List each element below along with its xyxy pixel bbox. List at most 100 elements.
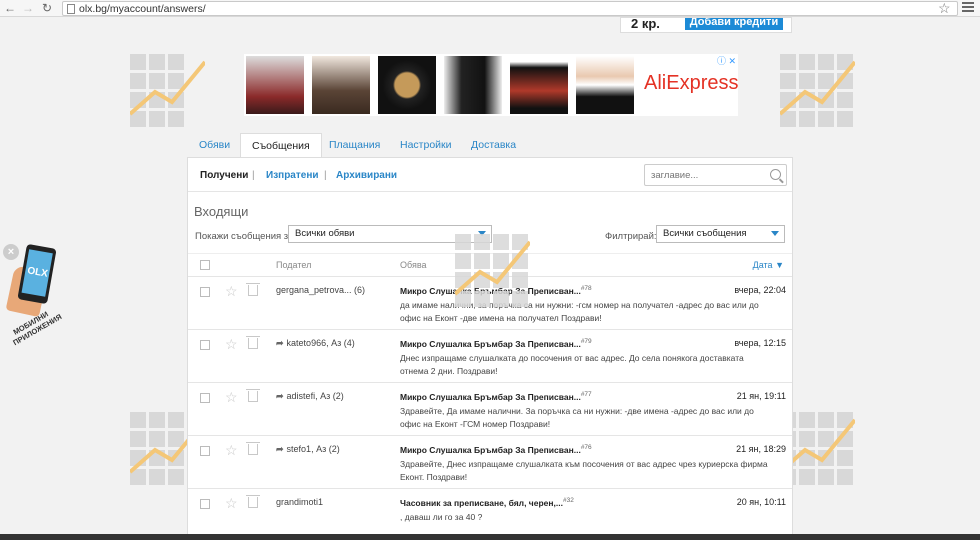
folder-separator: | bbox=[252, 170, 255, 181]
star-icon[interactable]: ☆ bbox=[225, 496, 238, 510]
trash-icon[interactable] bbox=[246, 389, 260, 402]
bottom-strip bbox=[0, 534, 980, 540]
ad-number: #78 bbox=[580, 285, 592, 292]
folder-received[interactable]: Получени bbox=[200, 170, 248, 181]
phone-screen: OLX bbox=[21, 249, 53, 297]
sort-arrow-icon: ▼ bbox=[775, 260, 784, 270]
table-row[interactable]: ☆ ➦ kateto966, Аз (4) Микро Слушалка Бръм… bbox=[188, 330, 792, 383]
chevron-down-icon bbox=[771, 231, 779, 236]
row-checkbox[interactable] bbox=[200, 393, 210, 403]
message-preview: Здравейте, Да имаме налични. За поръчка … bbox=[400, 406, 754, 429]
tab-payments[interactable]: Плащания bbox=[329, 133, 380, 158]
browser-toolbar: ← → ↻ olx.bg/myaccount/answers/ ☆ bbox=[0, 0, 980, 17]
ad-number: #77 bbox=[580, 391, 592, 398]
message-preview: Днес изпращаме слушалката до посочения о… bbox=[400, 353, 744, 376]
ad-filter-value: Всички обяви bbox=[295, 228, 355, 239]
show-messages-label: Покажи съобщения за: bbox=[195, 231, 297, 242]
ad-subject-text: Микро Слушалка Бръмбар За Преписван... bbox=[400, 338, 581, 349]
star-icon[interactable]: ☆ bbox=[225, 390, 238, 404]
sender: gergana_petrova... (6) bbox=[276, 285, 366, 295]
message-preview: , даваш ли го за 40 ? bbox=[400, 512, 483, 522]
back-icon[interactable]: ← bbox=[4, 1, 16, 15]
sender-name: kateto966, Аз (4) bbox=[286, 338, 355, 348]
sender: ➦ kateto966, Аз (4) bbox=[276, 338, 355, 349]
trash-icon[interactable] bbox=[246, 336, 260, 349]
table-row[interactable]: ☆ ➦ adistefi, Аз (2) Микро Слушалка Бръмб… bbox=[188, 383, 792, 436]
credits-amount: 2 кр. bbox=[631, 17, 660, 31]
aliexpress-logo: AliExpress bbox=[644, 72, 739, 94]
ad-product-mask[interactable] bbox=[246, 56, 304, 114]
filter-label: Филтрирай: bbox=[605, 231, 657, 242]
sender: ➦ stefo1, Аз (2) bbox=[276, 444, 340, 455]
message-preview: Здравейте, Днес изпращаме слушалката към… bbox=[400, 459, 768, 482]
table-row[interactable]: ☆ ➦ stefo1, Аз (2) Микро Слушалка Бръмбар… bbox=[188, 436, 792, 489]
ad-subject-text: Часовник за преписване, бял, черен,... bbox=[400, 497, 563, 508]
row-checkbox[interactable] bbox=[200, 340, 210, 350]
ad-subject[interactable]: Микро Слушалка Бръмбар За Преписван...#7… bbox=[400, 391, 592, 402]
page-icon bbox=[67, 4, 75, 14]
ad-product-tshirt[interactable] bbox=[510, 56, 568, 114]
sender-name: adistefi, Аз (2) bbox=[286, 391, 344, 401]
search-input[interactable] bbox=[651, 170, 761, 181]
placeholder-chart-icon bbox=[453, 234, 532, 309]
tab-messages[interactable]: Съобщения bbox=[240, 133, 322, 158]
search-box[interactable] bbox=[644, 164, 787, 186]
menu-icon[interactable] bbox=[962, 2, 974, 14]
select-all-checkbox[interactable] bbox=[200, 260, 210, 270]
ad-product-leggings[interactable] bbox=[444, 56, 502, 114]
inbox-title: Входящи bbox=[194, 204, 249, 219]
sender: ➦ adistefi, Аз (2) bbox=[276, 391, 344, 402]
row-checkbox[interactable] bbox=[200, 446, 210, 456]
star-icon[interactable]: ☆ bbox=[225, 284, 238, 298]
messages-panel: Получени | Изпратени | Архивирани Входящ… bbox=[187, 157, 793, 540]
row-checkbox[interactable] bbox=[200, 287, 210, 297]
reply-arrow-icon: ➦ bbox=[276, 338, 284, 348]
ad-close-icon[interactable]: ⓘ ✕ bbox=[717, 54, 736, 67]
aliexpress-ad-banner[interactable]: AliExpress ⓘ ✕ bbox=[244, 54, 738, 116]
sender-name: stefo1, Аз (2) bbox=[286, 444, 340, 454]
folder-sent[interactable]: Изпратени bbox=[266, 170, 319, 181]
ad-number: #76 bbox=[580, 444, 592, 451]
ad-subject[interactable]: Микро Слушалка Бръмбар За Преписван...#7… bbox=[400, 444, 592, 455]
star-icon[interactable]: ☆ bbox=[225, 443, 238, 457]
folder-archived[interactable]: Архивирани bbox=[336, 170, 397, 181]
ad-subject[interactable]: Микро Слушалка Бръмбар За Преписван...#7… bbox=[400, 338, 592, 349]
tab-delivery[interactable]: Доставка bbox=[471, 133, 516, 158]
reply-arrow-icon: ➦ bbox=[276, 444, 284, 454]
column-date-sort[interactable]: Дата ▼ bbox=[753, 260, 784, 270]
search-icon[interactable] bbox=[770, 169, 781, 180]
row-checkbox[interactable] bbox=[200, 499, 210, 509]
ad-product-costume[interactable] bbox=[576, 56, 634, 114]
message-filter-value: Всички съобщения bbox=[663, 228, 747, 239]
ad-subject-text: Микро Слушалка Бръмбар За Преписван... bbox=[400, 391, 581, 402]
close-icon[interactable]: × bbox=[3, 244, 19, 260]
message-filter-select[interactable]: Всички съобщения bbox=[656, 225, 785, 243]
ad-subject[interactable]: Часовник за преписване, бял, черен,...#3… bbox=[400, 497, 574, 508]
ad-subject-text: Микро Слушалка Бръмбар За Преписван... bbox=[400, 444, 581, 455]
tab-ads[interactable]: Обяви bbox=[199, 133, 230, 158]
tab-settings[interactable]: Настройки bbox=[400, 133, 452, 158]
forward-icon[interactable]: → bbox=[22, 1, 34, 15]
placeholder-chart-icon bbox=[128, 54, 207, 129]
mobile-app-promo[interactable]: OLX bbox=[17, 243, 57, 305]
reload-icon[interactable]: ↻ bbox=[42, 1, 52, 15]
trash-icon[interactable] bbox=[246, 495, 260, 508]
url-text: olx.bg/myaccount/answers/ bbox=[79, 3, 206, 15]
ad-product-watch[interactable] bbox=[378, 56, 436, 114]
message-date: вчера, 12:15 bbox=[734, 338, 786, 348]
star-icon[interactable]: ☆ bbox=[225, 337, 238, 351]
trash-icon[interactable] bbox=[246, 442, 260, 455]
credits-banner: 2 кр. Добави кредити bbox=[620, 17, 792, 33]
reply-arrow-icon: ➦ bbox=[276, 391, 284, 401]
column-date-label: Дата bbox=[752, 260, 773, 270]
bookmark-star-icon[interactable]: ☆ bbox=[938, 0, 951, 17]
table-row[interactable]: ☆ grandimoti1 Часовник за преписване, бя… bbox=[188, 489, 792, 540]
add-credits-button[interactable]: Добави кредити bbox=[685, 18, 783, 30]
account-tabs: Обяви Съобщения Плащания Настройки Доста… bbox=[187, 133, 793, 158]
address-bar[interactable]: olx.bg/myaccount/answers/ bbox=[62, 1, 958, 16]
divider bbox=[188, 191, 792, 192]
ad-product-bodysuit[interactable] bbox=[312, 56, 370, 114]
placeholder-chart-icon bbox=[778, 54, 857, 129]
ad-number: #32 bbox=[562, 497, 574, 504]
trash-icon[interactable] bbox=[246, 283, 260, 296]
